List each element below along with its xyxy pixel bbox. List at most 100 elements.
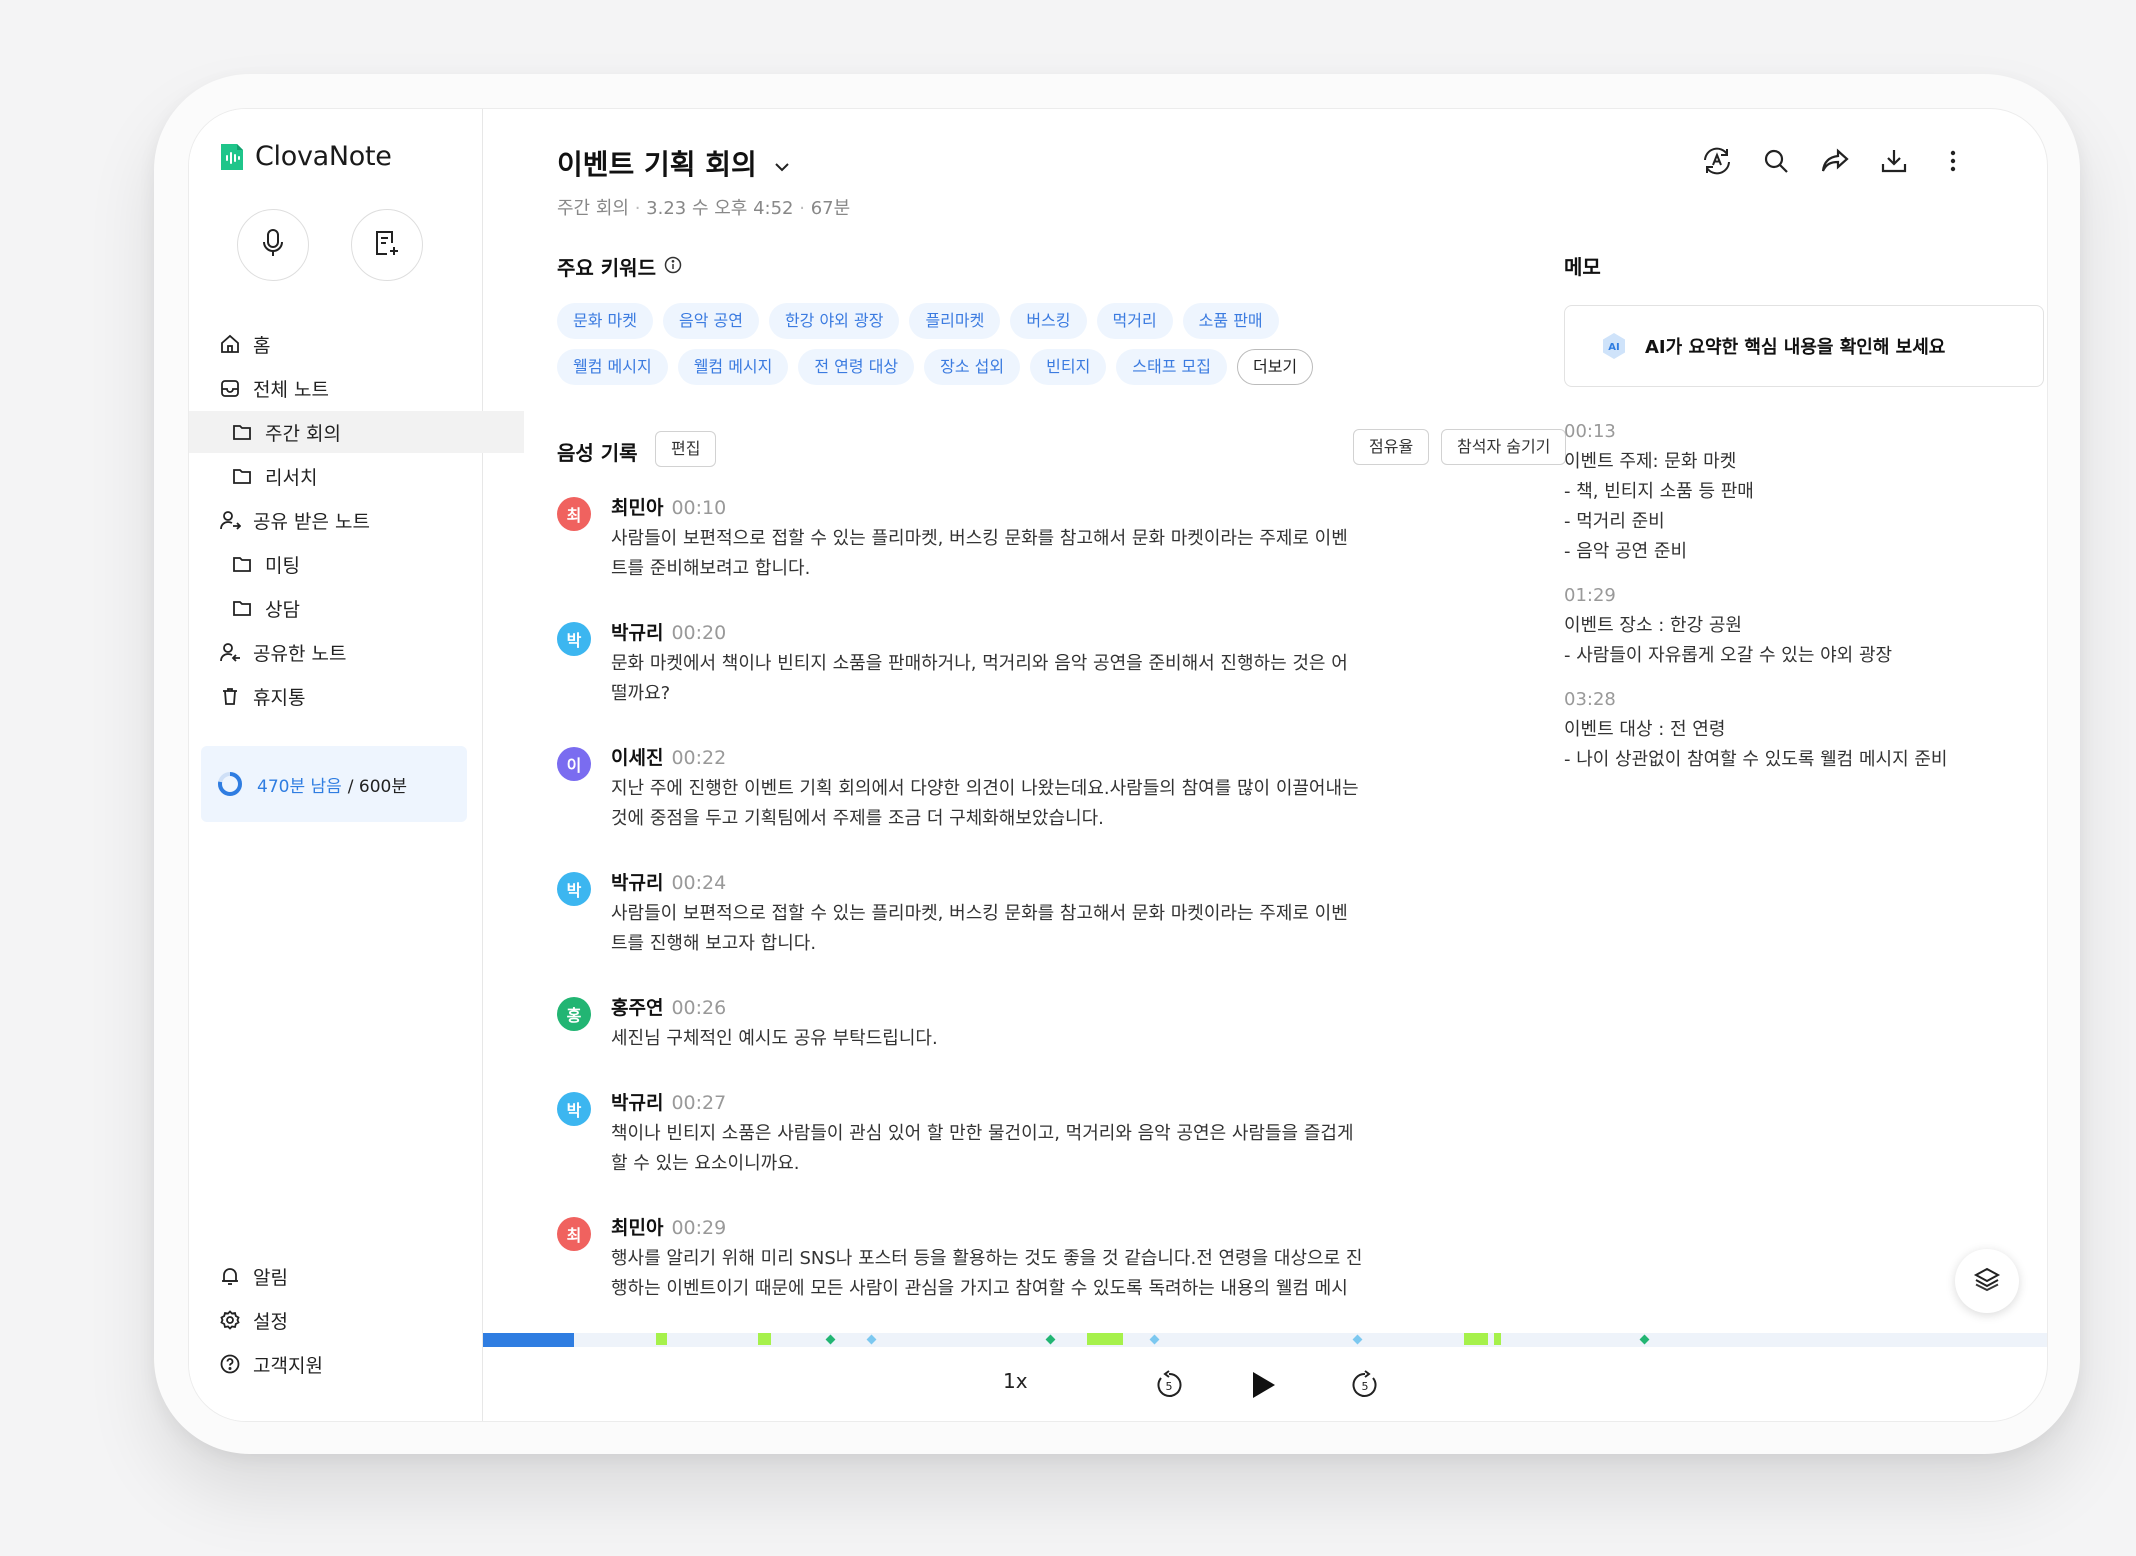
layers-button[interactable]	[1955, 1249, 2019, 1313]
memo-block[interactable]: 03:28 이벤트 대상 : 전 연령 - 나이 상관없이 참여할 수 있도록 웰컴…	[1564, 685, 2047, 775]
keyword-chip[interactable]: 플리마켓	[909, 303, 1001, 339]
keyword-chip[interactable]: 웰컴 메시지	[557, 349, 668, 385]
keyword-chip[interactable]: 웰컴 메시지	[677, 349, 789, 385]
sidebar-item-shared-by-me[interactable]: 공유한 노트	[189, 631, 512, 673]
keyword-chip[interactable]: 문화 마켓	[557, 303, 653, 339]
sidebar-item-trash[interactable]: 휴지통	[189, 675, 512, 717]
highlight-marker[interactable]	[758, 1333, 771, 1345]
transcript-text[interactable]: 지난 주에 진행한 이벤트 기획 회의에서 다양한 의견이 나왔는데요.사람들의…	[611, 774, 1387, 834]
speaking-share-button[interactable]: 점유율	[1353, 429, 1430, 465]
memo-timestamp[interactable]: 00:13	[1564, 417, 2047, 447]
speaker-name[interactable]: 최민아	[611, 497, 663, 519]
rewind-button[interactable]: 5	[1149, 1367, 1189, 1407]
keyword-chip[interactable]: 빈티지	[1030, 349, 1107, 385]
transcript-text[interactable]: 사람들이 보편적으로 접할 수 있는 플리마켓, 버스킹 문화를 참고해서 문화…	[611, 899, 1387, 959]
speaker-name[interactable]: 박규리	[611, 622, 663, 644]
speaker-avatar[interactable]: 박	[557, 872, 591, 906]
sidebar-item-shared-with-me[interactable]: 공유 받은 노트	[189, 499, 512, 541]
transcript-text[interactable]: 세진님 구체적인 예시도 공유 부탁드립니다.	[611, 1024, 1387, 1054]
transcript-entry[interactable]: 최 최민아 00:10 사람들이 보편적으로 접할 수 있는 플리마켓, 버스킹 문화…	[557, 493, 1387, 584]
forward-button[interactable]: 5	[1345, 1367, 1385, 1407]
keywords-header: 주요 키워드	[557, 252, 682, 281]
timestamp[interactable]: 00:29	[671, 1217, 726, 1239]
translate-button[interactable]	[1701, 147, 1733, 179]
transcript-text[interactable]: 사람들이 보편적으로 접할 수 있는 플리마켓, 버스킹 문화를 참고해서 문화…	[611, 524, 1387, 584]
transcript-entry[interactable]: 홍 홍주연 00:26 세진님 구체적인 예시도 공유 부탁드립니다.	[557, 993, 1387, 1054]
playback-timeline[interactable]	[483, 1333, 2047, 1347]
timestamp[interactable]: 00:20	[671, 622, 726, 644]
speaker-avatar[interactable]: 홍	[557, 997, 591, 1031]
memo-block[interactable]: 01:29 이벤트 장소 : 한강 공원 - 사람들이 자유롭게 오갈 수 있는 야…	[1564, 581, 2047, 671]
search-button[interactable]	[1760, 147, 1792, 179]
record-button[interactable]	[237, 209, 309, 281]
memo-timestamp[interactable]: 03:28	[1564, 685, 2047, 715]
keywords-more-button[interactable]: 더보기	[1236, 349, 1314, 385]
sidebar-item-support[interactable]: 고객지원	[189, 1343, 512, 1385]
keyword-chip[interactable]: 스태프 모집	[1116, 349, 1227, 385]
sidebar-item-meeting[interactable]: 미팅	[189, 543, 524, 585]
memo-timestamp[interactable]: 01:29	[1564, 581, 2047, 611]
timestamp[interactable]: 00:27	[671, 1092, 726, 1114]
transcript-text[interactable]: 책이나 빈티지 소품은 사람들이 관심 있어 할 만한 물건이고, 먹거리와 음…	[611, 1119, 1387, 1179]
highlight-marker[interactable]	[1494, 1333, 1501, 1345]
app-logo[interactable]: ClovaNote	[219, 141, 392, 172]
keyword-chip[interactable]: 장소 섭외	[924, 349, 1021, 385]
hide-participants-button[interactable]: 참석자 숨기기	[1441, 429, 1567, 465]
sidebar-item-home[interactable]: 홈	[189, 323, 512, 365]
speaker-name[interactable]: 홍주연	[611, 997, 663, 1019]
highlight-marker[interactable]	[1087, 1333, 1123, 1345]
note-title-dropdown[interactable]: 이벤트 기획 회의	[557, 143, 791, 183]
memo-block[interactable]: 00:13 이벤트 주제: 문화 마켓 - 책, 빈티지 소품 등 판매 - 먹거리 …	[1564, 417, 2047, 567]
keyword-chip[interactable]: 한강 야외 광장	[768, 303, 900, 339]
transcript-text[interactable]: 문화 마켓에서 책이나 빈티지 소품을 판매하거나, 먹거리와 음악 공연을 준…	[611, 649, 1387, 709]
keyword-chip[interactable]: 버스킹	[1010, 303, 1087, 339]
keyword-chip[interactable]: 먹거리	[1096, 303, 1173, 339]
keyword-chip[interactable]: 음악 공연	[662, 303, 759, 339]
memo-marker[interactable]	[1352, 1334, 1363, 1345]
speaker-avatar[interactable]: 최	[557, 497, 591, 531]
transcript-entry[interactable]: 최 최민아 00:29 행사를 알리기 위해 미리 SNS나 포스터 등을 활용하는 …	[557, 1213, 1387, 1304]
speaker-name[interactable]: 박규리	[611, 1092, 663, 1114]
timestamp[interactable]: 00:22	[671, 747, 726, 769]
bookmark-marker[interactable]	[825, 1334, 836, 1345]
transcript-entry[interactable]: 박 박규리 00:20 문화 마켓에서 책이나 빈티지 소품을 판매하거나, 먹거리와…	[557, 618, 1387, 709]
speaker-avatar[interactable]: 이	[557, 747, 591, 781]
speaker-name[interactable]: 박규리	[611, 872, 663, 894]
highlight-marker[interactable]	[1464, 1333, 1488, 1345]
ai-summary-button[interactable]: AI AI가 요약한 핵심 내용을 확인해 보세요	[1564, 305, 2044, 387]
transcript-entry[interactable]: 이 이세진 00:22 지난 주에 진행한 이벤트 기획 회의에서 다양한 의견이 나…	[557, 743, 1387, 834]
transcript-edit-button[interactable]: 편집	[655, 431, 717, 467]
play-button[interactable]	[1243, 1367, 1283, 1407]
memo-marker[interactable]	[1149, 1334, 1160, 1345]
sidebar-item-notifications[interactable]: 알림	[189, 1255, 512, 1297]
timestamp[interactable]: 00:24	[671, 872, 726, 894]
info-icon[interactable]	[664, 255, 682, 279]
sidebar-item-research[interactable]: 리서치	[189, 455, 524, 497]
speaker-avatar[interactable]: 최	[557, 1217, 591, 1251]
transcript-entry[interactable]: 박 박규리 00:27 책이나 빈티지 소품은 사람들이 관심 있어 할 만한 물건이…	[557, 1088, 1387, 1179]
speaker-avatar[interactable]: 박	[557, 622, 591, 656]
more-options-button[interactable]	[1937, 147, 1969, 179]
timestamp[interactable]: 00:26	[671, 997, 726, 1019]
speaker-avatar[interactable]: 박	[557, 1092, 591, 1126]
keyword-chip[interactable]: 소품 판매	[1182, 303, 1279, 339]
sidebar-item-settings[interactable]: 설정	[189, 1299, 512, 1341]
memo-marker[interactable]	[866, 1334, 877, 1345]
highlight-marker[interactable]	[656, 1333, 667, 1345]
speaker-name[interactable]: 최민아	[611, 1217, 663, 1239]
transcript-entry[interactable]: 박 박규리 00:24 사람들이 보편적으로 접할 수 있는 플리마켓, 버스킹 문화…	[557, 868, 1387, 959]
new-note-button[interactable]	[351, 209, 423, 281]
keyword-chip[interactable]: 전 연령 대상	[798, 349, 915, 385]
bookmark-marker[interactable]	[1639, 1334, 1650, 1345]
sidebar-item-consulting[interactable]: 상담	[189, 587, 524, 629]
speaker-name[interactable]: 이세진	[611, 747, 663, 769]
playback-speed-button[interactable]: 1x	[1003, 1369, 1028, 1393]
transcript-text[interactable]: 행사를 알리기 위해 미리 SNS나 포스터 등을 활용하는 것도 좋을 것 같…	[611, 1244, 1387, 1304]
share-button[interactable]	[1819, 147, 1851, 179]
sidebar-item-weekly-meeting[interactable]: 주간 회의	[189, 411, 524, 453]
bookmark-marker[interactable]	[1045, 1334, 1056, 1345]
sidebar-item-all-notes[interactable]: 전체 노트	[189, 367, 512, 409]
download-button[interactable]	[1878, 147, 1910, 179]
usage-indicator[interactable]: 470분 남음 / 600분	[201, 746, 467, 822]
timestamp[interactable]: 00:10	[671, 497, 726, 519]
